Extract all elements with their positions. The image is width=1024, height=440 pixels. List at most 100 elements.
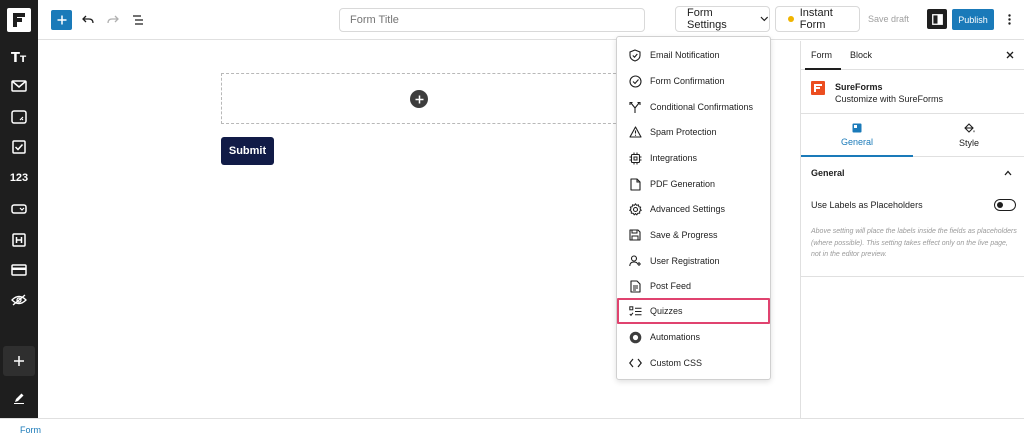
- menu-item-automations[interactable]: Automations: [617, 324, 770, 350]
- menu-item-label: Conditional Confirmations: [650, 102, 754, 112]
- text-block-icon[interactable]: TT: [9, 47, 29, 67]
- svg-text:T: T: [20, 55, 27, 64]
- inspector-tabs: Form Block: [801, 41, 1024, 70]
- plus-icon: [415, 95, 423, 103]
- menu-item-label: Integrations: [650, 153, 698, 163]
- menu-item-label: Email Notification: [650, 50, 720, 60]
- panel-tabs: General Style: [801, 114, 1024, 157]
- publish-button[interactable]: Publish: [952, 9, 994, 30]
- menu-item-post-feed[interactable]: Post Feed: [617, 273, 770, 299]
- block-appender[interactable]: [221, 73, 621, 124]
- quiz-list-icon: [628, 304, 642, 318]
- undo-icon: [82, 15, 94, 24]
- redo-icon: [107, 15, 119, 24]
- paint-bucket-icon: [964, 123, 975, 133]
- menu-item-pdf-generation[interactable]: PDF Generation: [617, 171, 770, 197]
- menu-item-form-confirmation[interactable]: Form Confirmation: [617, 68, 770, 94]
- top-toolbar: Form Settings Instant Form Save draft Pu…: [38, 0, 1024, 40]
- menu-item-label: Automations: [650, 332, 701, 342]
- document-icon: [628, 177, 642, 191]
- form-settings-button[interactable]: Form Settings: [675, 6, 770, 32]
- branch-icon: [628, 100, 642, 114]
- form-settings-menu: Email Notification Form Confirmation Con…: [616, 36, 771, 380]
- menu-item-label: Advanced Settings: [650, 204, 726, 214]
- sureforms-logo-icon: [811, 81, 825, 95]
- menu-item-conditional-confirmations[interactable]: Conditional Confirmations: [617, 94, 770, 120]
- form-title-input[interactable]: [339, 8, 645, 32]
- placeholder-toggle[interactable]: [994, 199, 1016, 211]
- tab-general[interactable]: General: [801, 114, 913, 157]
- list-view-icon: [133, 15, 143, 25]
- chevron-up-icon[interactable]: [1002, 167, 1014, 179]
- tab-general-label: General: [840, 136, 874, 147]
- plus-icon: [14, 356, 24, 366]
- email-block-icon[interactable]: [9, 76, 29, 96]
- plugin-name: SureForms: [835, 82, 883, 92]
- dropdown-block-icon[interactable]: [9, 199, 29, 219]
- close-icon[interactable]: [1004, 49, 1016, 61]
- code-icon: [628, 356, 642, 370]
- user-add-icon: [628, 254, 642, 268]
- more-options-button[interactable]: [1001, 9, 1017, 29]
- menu-item-integrations[interactable]: Integrations: [617, 145, 770, 171]
- save-icon: [628, 228, 642, 242]
- menu-item-label: Quizzes: [650, 306, 683, 316]
- menu-item-spam-protection[interactable]: Spam Protection: [617, 119, 770, 145]
- section-title[interactable]: General: [811, 168, 845, 178]
- pencil-icon[interactable]: [9, 388, 29, 408]
- chip-icon: [628, 151, 642, 165]
- layout-icon: [852, 123, 862, 132]
- plugin-card: SureForms Customize with SureForms: [801, 70, 1024, 114]
- warning-icon: [628, 125, 642, 139]
- gear-icon: [628, 202, 642, 216]
- automation-icon: [628, 330, 642, 344]
- sureforms-logo[interactable]: [7, 8, 31, 32]
- shield-icon: [628, 48, 642, 62]
- plus-icon: [57, 15, 66, 25]
- left-sidebar: TT 123: [0, 0, 38, 418]
- form-settings-label: Form Settings: [687, 7, 727, 31]
- payment-block-icon[interactable]: [9, 260, 29, 280]
- breadcrumb[interactable]: Form: [20, 425, 41, 435]
- add-block-button[interactable]: [3, 346, 35, 376]
- plugin-description: Customize with SureForms: [835, 94, 944, 104]
- svg-text:T: T: [11, 51, 20, 64]
- menu-item-custom-css[interactable]: Custom CSS: [617, 350, 770, 376]
- menu-item-label: PDF Generation: [650, 179, 716, 189]
- settings-sidebar-toggle[interactable]: [927, 9, 947, 29]
- menu-item-quizzes[interactable]: Quizzes: [617, 298, 770, 324]
- hidden-field-icon[interactable]: [9, 290, 29, 310]
- menu-item-label: Custom CSS: [650, 358, 703, 368]
- heading-block-icon[interactable]: [9, 230, 29, 250]
- menu-item-label: Save & Progress: [650, 230, 718, 240]
- menu-item-email-notification[interactable]: Email Notification: [617, 42, 770, 68]
- status-dot-icon: [788, 16, 794, 22]
- tab-style[interactable]: Style: [913, 114, 1024, 157]
- tab-block[interactable]: Block: [850, 50, 872, 60]
- settings-sidebar: Form Block SureForms Customize with Sure…: [800, 41, 1024, 418]
- tab-form[interactable]: Form: [811, 50, 832, 60]
- checkbox-block-icon[interactable]: [9, 137, 29, 157]
- divider: [801, 276, 1024, 277]
- add-block-circle-button[interactable]: [410, 90, 428, 108]
- check-circle-icon: [628, 74, 642, 88]
- save-draft-button[interactable]: Save draft: [868, 14, 909, 24]
- menu-item-user-registration[interactable]: User Registration: [617, 248, 770, 274]
- chevron-down-icon: [760, 16, 769, 22]
- help-text: Above setting will place the labels insi…: [811, 228, 1017, 258]
- tab-style-label: Style: [958, 138, 979, 148]
- menu-item-advanced-settings[interactable]: Advanced Settings: [617, 196, 770, 222]
- textarea-block-icon[interactable]: [9, 107, 29, 127]
- menu-item-label: Spam Protection: [650, 127, 717, 137]
- instant-form-button[interactable]: Instant Form: [775, 6, 860, 32]
- redo-button[interactable]: [105, 10, 121, 30]
- submit-button[interactable]: Submit: [221, 137, 274, 165]
- block-inserter-button[interactable]: [51, 10, 72, 30]
- number-block-icon[interactable]: 123: [9, 168, 29, 188]
- menu-item-save-progress[interactable]: Save & Progress: [617, 222, 770, 248]
- menu-item-label: Post Feed: [650, 281, 692, 291]
- file-text-icon: [628, 279, 642, 293]
- menu-item-label: Form Confirmation: [650, 76, 725, 86]
- undo-button[interactable]: [80, 10, 96, 30]
- list-view-button[interactable]: [130, 10, 146, 30]
